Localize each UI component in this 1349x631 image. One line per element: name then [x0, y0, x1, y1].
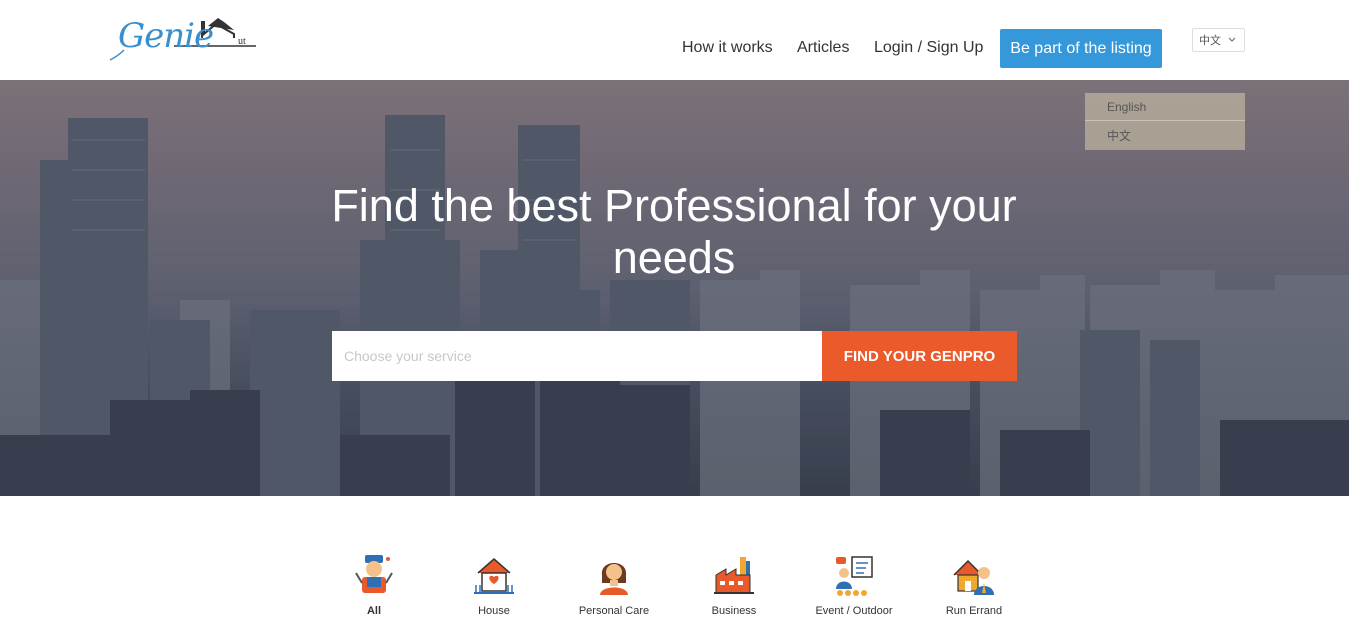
category-personal-care[interactable]: Personal Care — [554, 553, 674, 617]
category-label: Personal Care — [578, 605, 650, 617]
category-run-errand[interactable]: Run Errand — [914, 553, 1034, 617]
language-option-english[interactable]: English — [1085, 93, 1245, 121]
category-label: Event / Outdoor — [815, 605, 893, 617]
category-business[interactable]: Business — [674, 553, 794, 617]
logo-text: Genie — [118, 16, 214, 56]
factory-icon — [714, 557, 754, 594]
language-selected: 中文 — [1199, 35, 1221, 47]
errand-icon — [953, 559, 994, 595]
category-event-outdoor[interactable]: Event / Outdoor — [794, 553, 914, 617]
language-dropdown-menu: English 中文 — [1085, 93, 1245, 150]
listing-cta-button[interactable]: Be part of the listing — [1000, 29, 1162, 68]
category-label: Business — [711, 605, 757, 617]
person-icon — [600, 563, 628, 595]
language-option-chinese[interactable]: 中文 — [1085, 122, 1245, 150]
hero-title: Find the best Professional for your need… — [331, 180, 1017, 283]
category-label: All — [366, 605, 382, 617]
category-label: House — [478, 605, 510, 617]
service-search-input[interactable] — [332, 331, 822, 381]
nav-articles[interactable]: Articles — [797, 39, 849, 57]
language-select[interactable]: 中文 — [1192, 28, 1245, 52]
category-label: Run Errand — [945, 605, 1003, 617]
presentation-icon — [836, 556, 873, 596]
category-all[interactable]: All — [314, 553, 434, 617]
house-icon — [474, 558, 514, 594]
category-house[interactable]: House — [434, 553, 554, 617]
handyman-icon — [355, 555, 393, 593]
site-logo[interactable]: Genie ut — [104, 12, 264, 68]
site-header: Genie ut How it works Articles Login / S… — [0, 0, 1349, 80]
nav-how-it-works[interactable]: How it works — [682, 39, 773, 57]
nav-login-signup[interactable]: Login / Sign Up — [874, 39, 983, 57]
logo-suffix: ut — [238, 36, 246, 47]
chevron-down-icon — [1228, 37, 1236, 42]
find-genpro-button[interactable]: FIND YOUR GENPRO — [822, 331, 1017, 381]
